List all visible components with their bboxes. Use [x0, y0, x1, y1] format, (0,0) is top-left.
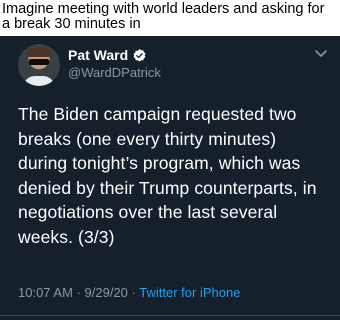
chevron-down-icon[interactable]: [314, 48, 328, 58]
tweet-metadata: 10:07 AM · 9/29/20 · Twitter for iPhone: [18, 285, 240, 300]
tweet-text-line: during tonight’s program, which was: [18, 153, 301, 173]
caption-line-2: a break 30 minutes in: [2, 15, 141, 32]
divider: [0, 315, 340, 316]
avatar[interactable]: [18, 44, 60, 86]
author-handle[interactable]: @WardDPatrick: [68, 65, 161, 80]
author-display-name[interactable]: Pat Ward: [68, 47, 128, 63]
avatar-hair: [27, 48, 51, 57]
meme-page: Imagine meeting with world leaders and a…: [0, 0, 340, 320]
tweet-text-line: breaks (one every thirty minutes): [18, 128, 277, 149]
tweet-text-line: negotiations over the last several: [18, 202, 278, 222]
tweet-date[interactable]: 9/29/20: [85, 285, 128, 300]
caption-line-1: Imagine meeting with world leaders and a…: [2, 1, 325, 17]
tweet-card: Pat Ward @WardDPatrick The Biden campaig…: [0, 36, 340, 320]
tweet-time[interactable]: 10:07 AM: [18, 285, 73, 300]
meta-separator: ·: [131, 285, 136, 300]
meta-separator: ·: [76, 285, 81, 300]
tweet-source-link[interactable]: Twitter for iPhone: [139, 285, 240, 300]
avatar-shirt: [23, 76, 55, 86]
tweet-text-line: denied by their Trump counterparts, in: [18, 177, 317, 198]
meme-caption: Imagine meeting with world leaders and a…: [0, 0, 340, 36]
avatar-sunglasses: [29, 59, 49, 65]
tweet-text: The Biden campaign requested two breaks …: [18, 102, 334, 249]
verified-badge-icon: [133, 48, 146, 61]
tweet-text-line: weeks. (3/3): [18, 226, 115, 247]
tweet-text-line: The Biden campaign requested two: [18, 104, 297, 124]
author-name-row[interactable]: Pat Ward: [68, 46, 147, 64]
